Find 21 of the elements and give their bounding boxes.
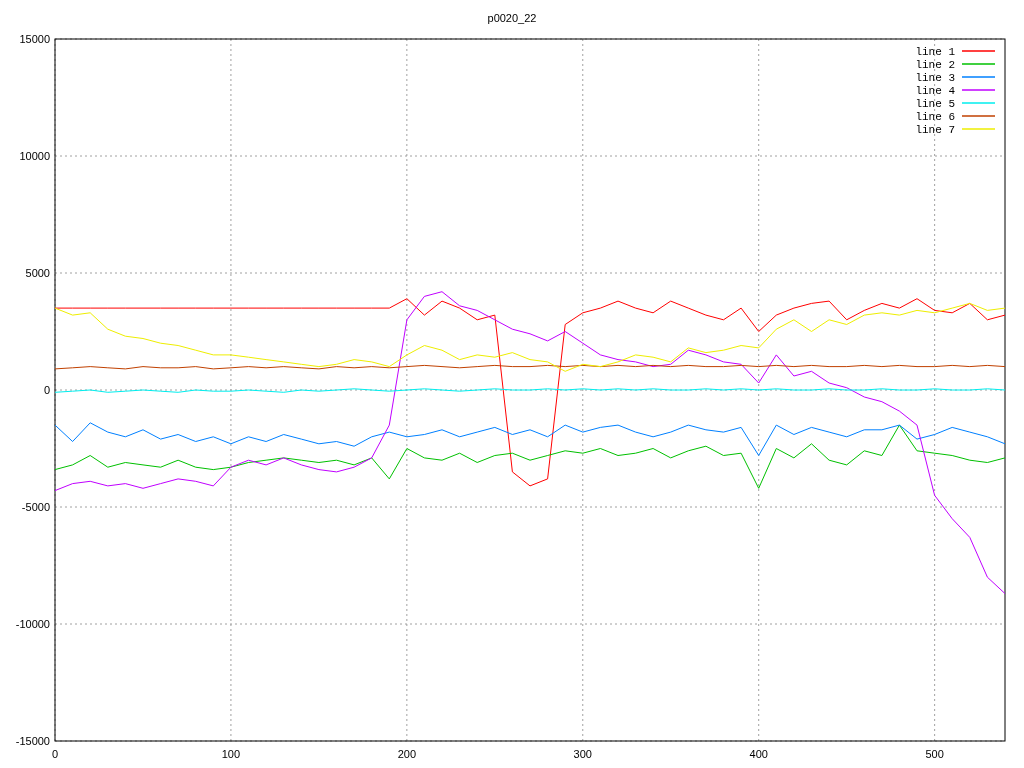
legend-label: line 5 (915, 98, 955, 110)
legend-label: line 6 (915, 111, 955, 123)
tick-label: 0 (43, 384, 50, 396)
tick-label: 300 (573, 748, 592, 760)
tick-label: 500 (925, 748, 944, 760)
legend-label: line 4 (915, 85, 955, 97)
legend-label: line 3 (915, 72, 955, 84)
tick-label: 0 (51, 748, 59, 760)
tick-label: 5000 (25, 267, 50, 279)
chart-title: p0020_22 (487, 12, 537, 24)
tick-label: 400 (749, 748, 768, 760)
tick-label: -15000 (15, 735, 50, 747)
tick-label: 15000 (19, 33, 50, 45)
legend-label: line 7 (915, 124, 955, 136)
legend-label: line 2 (915, 59, 955, 71)
tick-label: 10000 (19, 150, 50, 162)
tick-label: -10000 (15, 618, 50, 630)
tick-label: 100 (221, 748, 241, 760)
tick-label: -5000 (21, 501, 50, 513)
tick-label: 200 (397, 748, 417, 760)
legend-label: line 1 (915, 46, 955, 58)
